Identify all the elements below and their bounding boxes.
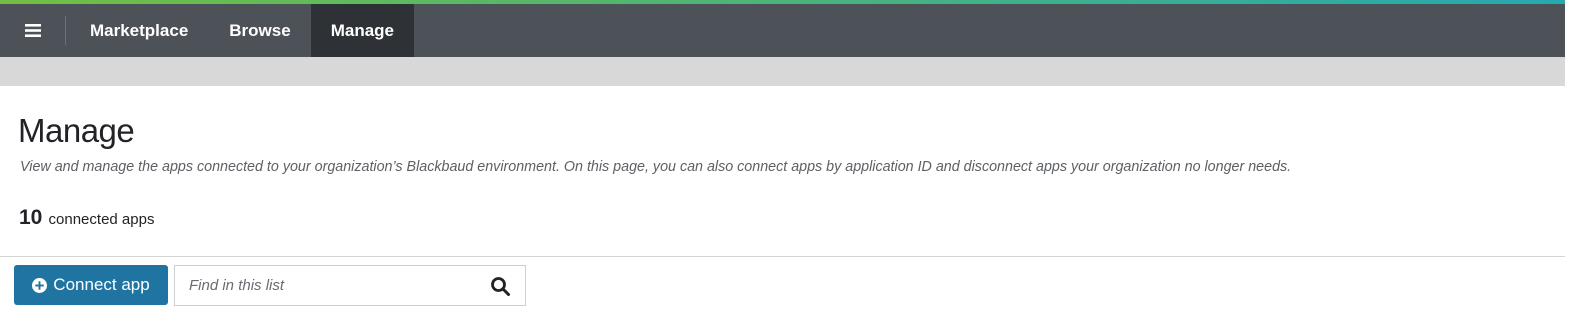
hamburger-menu-icon — [25, 24, 41, 37]
connected-apps-summary: 10 connected apps — [19, 206, 154, 230]
search-input[interactable] — [175, 266, 475, 305]
sub-header-bar — [0, 57, 1565, 86]
top-navbar: Marketplace Browse Manage — [0, 4, 1565, 57]
connected-apps-count: 10 — [19, 206, 43, 229]
hamburger-menu-button[interactable] — [0, 4, 66, 57]
tab-browse[interactable]: Browse — [209, 4, 310, 57]
nav-brand-marketplace[interactable]: Marketplace — [66, 4, 209, 57]
search-box — [174, 265, 526, 306]
page-title: Manage — [18, 112, 135, 149]
plus-circle-icon — [32, 277, 48, 293]
search-icon — [491, 276, 510, 296]
connected-apps-label: connected apps — [48, 211, 155, 228]
page-description: View and manage the apps connected to yo… — [20, 159, 1292, 175]
tab-manage[interactable]: Manage — [310, 4, 414, 57]
search-button[interactable] — [475, 266, 525, 305]
toolbar-divider — [0, 256, 1565, 257]
connect-app-button[interactable]: Connect app — [14, 265, 168, 305]
connect-app-label: Connect app — [53, 275, 150, 294]
